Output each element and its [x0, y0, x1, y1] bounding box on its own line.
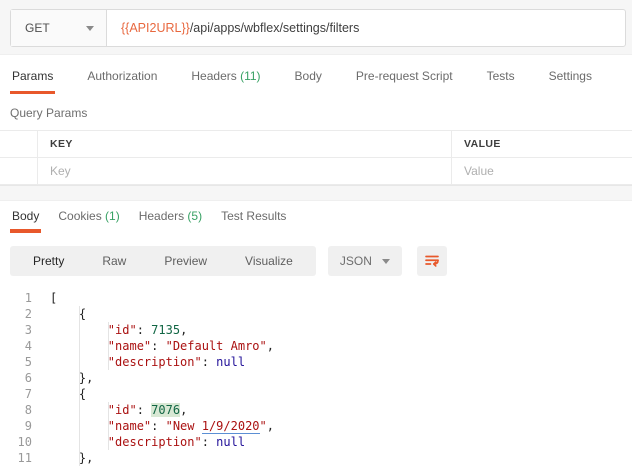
response-tab-headers[interactable]: Headers (5) [137, 209, 204, 233]
line-content: }, [32, 370, 93, 386]
line-number: 6 [0, 370, 32, 386]
row-checkbox-area[interactable] [0, 158, 38, 184]
line-number: 7 [0, 386, 32, 402]
tab-body[interactable]: Body [293, 69, 324, 94]
tab-headers[interactable]: Headers (11) [189, 69, 262, 94]
method-dropdown[interactable]: GET [11, 10, 107, 46]
line-number: 8 [0, 402, 32, 418]
view-raw[interactable]: Raw [83, 246, 145, 276]
line-number: 2 [0, 306, 32, 322]
line-content: }, [32, 450, 93, 466]
tab-params[interactable]: Params [10, 69, 55, 94]
view-preview[interactable]: Preview [145, 246, 226, 276]
wrap-text-icon [423, 252, 441, 270]
code-line: 5 "description": null [0, 354, 632, 370]
tab-label: Pre-request Script [356, 69, 453, 83]
line-content: [ [32, 290, 57, 306]
select-column-header [0, 131, 38, 157]
code-line: 3 "id": 7135, [0, 322, 632, 338]
response-body-editor[interactable]: 1[2 {3 "id": 7135,4 "name": "Default Amr… [0, 286, 632, 467]
line-content: "name": "Default Amro", [32, 338, 274, 354]
url-bar: GET {{API2URL}}/api/apps/wbflex/settings… [10, 9, 626, 47]
chevron-down-icon [86, 26, 94, 31]
response-view-switcher: PrettyRawPreviewVisualize [10, 246, 316, 276]
view-visualize[interactable]: Visualize [226, 246, 312, 276]
language-dropdown[interactable]: JSON [328, 246, 402, 276]
table-row [0, 158, 632, 185]
line-number: 10 [0, 434, 32, 450]
line-number: 1 [0, 290, 32, 306]
tab-label: Settings [549, 69, 592, 83]
request-url-section: GET {{API2URL}}/api/apps/wbflex/settings… [0, 0, 632, 55]
response-tab-body[interactable]: Body [10, 209, 41, 233]
tab-label: Test Results [221, 209, 286, 223]
tab-label: Headers [191, 69, 236, 83]
response-tab-test-results[interactable]: Test Results [219, 209, 288, 233]
request-tabs: Params Authorization Headers (11) Body Pre-r… [0, 55, 632, 94]
tab-tests[interactable]: Tests [485, 69, 517, 94]
tab-label: Body [295, 69, 322, 83]
line-number: 11 [0, 450, 32, 466]
tab-count: (1) [102, 209, 120, 223]
code-line: 6 }, [0, 370, 632, 386]
method-label: GET [25, 21, 50, 35]
key-column-header: KEY [38, 131, 452, 157]
response-tab-cookies[interactable]: Cookies (1) [56, 209, 121, 233]
code-line: 9 "name": "New 1/9/2020", [0, 418, 632, 434]
line-content: { [32, 386, 86, 402]
key-input[interactable] [50, 164, 431, 178]
line-number: 5 [0, 354, 32, 370]
line-number: 3 [0, 322, 32, 338]
line-content: "id": 7076, [32, 402, 187, 418]
code-line: 1[ [0, 290, 632, 306]
line-content: "id": 7135, [32, 322, 187, 338]
tab-count: (11) [237, 69, 261, 83]
query-params-table: KEY VALUE [0, 130, 632, 185]
section-divider [0, 185, 632, 201]
tab-label: Body [12, 209, 39, 223]
table-header-row: KEY VALUE [0, 131, 632, 158]
line-content: "description": null [32, 434, 245, 450]
code-line: 2 { [0, 306, 632, 322]
url-path: /api/apps/wbflex/settings/filters [190, 21, 360, 35]
line-content: { [32, 306, 86, 322]
query-params-heading: Query Params [10, 106, 622, 120]
indent-guide [79, 306, 80, 466]
url-environment-variable: {{API2URL}} [121, 21, 190, 35]
code-line: 7 { [0, 386, 632, 402]
tab-label: Tests [487, 69, 515, 83]
response-toolbar: PrettyRawPreviewVisualize JSON [10, 246, 622, 276]
language-label: JSON [340, 254, 372, 268]
code-line: 10 "description": null [0, 434, 632, 450]
url-input[interactable]: {{API2URL}}/api/apps/wbflex/settings/fil… [107, 10, 625, 46]
code-line: 11 }, [0, 450, 632, 466]
tab-count: (5) [184, 209, 202, 223]
value-column-header: VALUE [452, 131, 632, 157]
code-line: 8 "id": 7076, [0, 402, 632, 418]
tab-label: Cookies [58, 209, 101, 223]
view-pretty[interactable]: Pretty [14, 246, 83, 276]
chevron-down-icon [382, 259, 390, 264]
tab-label: Authorization [87, 69, 157, 83]
wrap-text-button[interactable] [417, 246, 447, 276]
tab-label: Params [12, 69, 53, 83]
line-content: "description": null [32, 354, 245, 370]
tab-settings[interactable]: Settings [547, 69, 594, 94]
tab-label: Headers [139, 209, 184, 223]
tab-pre-request-script[interactable]: Pre-request Script [354, 69, 455, 94]
indent-guide [108, 322, 109, 370]
tab-authorization[interactable]: Authorization [85, 69, 159, 94]
line-number: 9 [0, 418, 32, 434]
code-line: 4 "name": "Default Amro", [0, 338, 632, 354]
indent-guide [108, 402, 109, 450]
value-input[interactable] [464, 164, 624, 178]
line-number: 4 [0, 338, 32, 354]
response-tabs: Body Cookies (1) Headers (5) Test Results [0, 201, 632, 233]
line-content: "name": "New 1/9/2020", [32, 418, 274, 434]
